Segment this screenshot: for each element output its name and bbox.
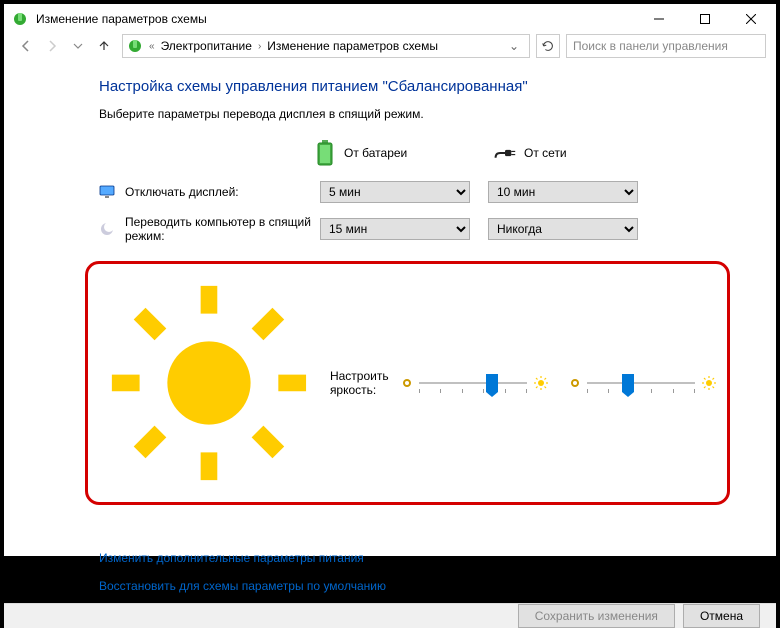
sun-small-icon — [569, 377, 581, 389]
save-button[interactable]: Сохранить изменения — [518, 604, 675, 628]
search-input[interactable]: Поиск в панели управления — [566, 34, 766, 58]
cancel-button[interactable]: Отмена — [683, 604, 760, 628]
app-icon — [12, 11, 28, 27]
link-advanced-settings[interactable]: Изменить дополнительные параметры питани… — [99, 551, 716, 565]
chevron-right-icon: › — [256, 41, 263, 52]
navbar: « Электропитание › Изменение параметров … — [4, 34, 776, 58]
minimize-button[interactable] — [636, 4, 682, 34]
display-off-plugged-select[interactable]: 10 мин — [488, 181, 638, 203]
power-icon — [127, 38, 143, 54]
brightness-plugged-slider[interactable] — [569, 375, 717, 391]
sun-icon — [98, 272, 320, 494]
column-on-battery: От батареи — [314, 139, 444, 167]
nav-back-button[interactable] — [14, 34, 38, 58]
nav-up-button[interactable] — [92, 34, 116, 58]
link-restore-defaults[interactable]: Восстановить для схемы параметры по умол… — [99, 579, 716, 593]
close-button[interactable] — [728, 4, 774, 34]
row-turn-off-display: Отключать дисплей: 5 мин 10 мин — [99, 181, 716, 203]
titlebar: Изменение параметров схемы — [4, 4, 776, 34]
sleep-battery-select[interactable]: 15 мин — [320, 218, 470, 240]
refresh-button[interactable] — [536, 34, 560, 58]
sun-large-icon — [701, 375, 717, 391]
nav-recent-button[interactable] — [66, 34, 90, 58]
page-subtitle: Выберите параметры перевода дисплея в сп… — [99, 107, 716, 121]
nav-forward-button[interactable] — [40, 34, 64, 58]
battery-icon — [314, 139, 336, 167]
breadcrumb-root[interactable]: Электропитание — [161, 39, 252, 53]
sleep-plugged-select[interactable]: Никогда — [488, 218, 638, 240]
column-plugged-in: От сети — [494, 139, 624, 167]
window-title: Изменение параметров схемы — [36, 12, 636, 26]
display-off-battery-select[interactable]: 5 мин — [320, 181, 470, 203]
maximize-button[interactable] — [682, 4, 728, 34]
row-sleep: Переводить компьютер в спящий режим: 15 … — [99, 215, 716, 243]
breadcrumb-dropdown[interactable]: ⌄ — [503, 39, 525, 53]
page-title: Настройка схемы управления питанием "Сба… — [99, 78, 716, 95]
sun-large-icon — [533, 375, 549, 391]
monitor-icon — [99, 184, 115, 200]
moon-icon — [99, 221, 115, 237]
breadcrumb-current[interactable]: Изменение параметров схемы — [267, 39, 438, 53]
sun-small-icon — [401, 377, 413, 389]
breadcrumb[interactable]: « Электропитание › Изменение параметров … — [122, 34, 530, 58]
chevron-right-icon: « — [147, 41, 157, 52]
row-brightness-highlighted: Настроить яркость: — [85, 261, 730, 505]
footer: Сохранить изменения Отмена — [4, 603, 776, 628]
brightness-battery-slider[interactable] — [401, 375, 549, 391]
plug-icon — [494, 139, 516, 167]
